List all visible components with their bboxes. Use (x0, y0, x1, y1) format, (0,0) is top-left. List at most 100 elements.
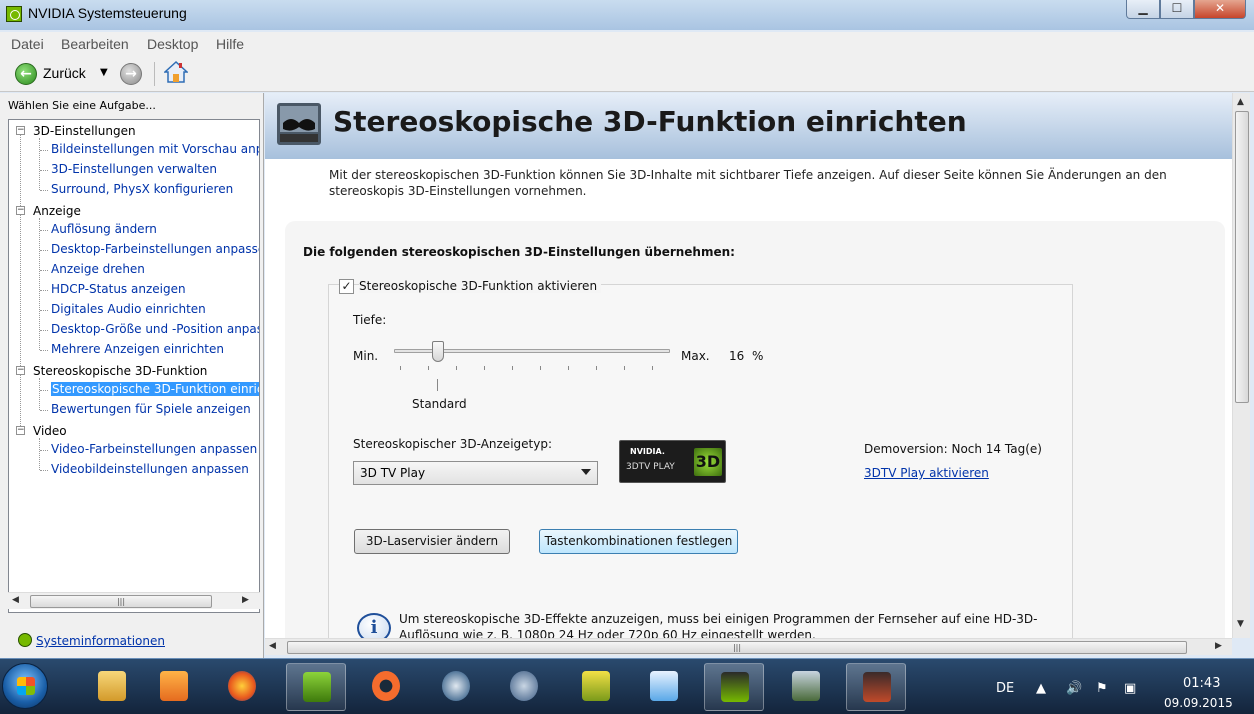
tree-guide-line (40, 350, 48, 351)
task-tree[interactable]: − 3D-Einstellungen Bildeinstellungen mit… (8, 119, 260, 613)
content-vertical-scrollbar[interactable]: ▲ ▼ (1232, 93, 1250, 638)
slider-tick (596, 366, 597, 370)
window-title: NVIDIA Systemsteuerung (28, 5, 187, 21)
menu-desktop[interactable]: Desktop (147, 36, 198, 52)
tree-guide-line (40, 330, 48, 331)
enable-stereo-checkbox[interactable]: ✓ (339, 279, 354, 294)
stereo-3d-glasses-icon (277, 103, 321, 145)
taskbar-monitor-app-icon[interactable] (776, 663, 836, 711)
tree-item-digital-audio[interactable]: Digitales Audio einrichten (51, 302, 206, 316)
display-type-select[interactable]: 3D TV Play (353, 461, 598, 485)
tree-horizontal-scrollbar[interactable]: ◀ ||| ▶ (8, 592, 260, 609)
tree-guide-line (40, 190, 48, 191)
maximize-button[interactable]: ☐ (1160, 0, 1194, 19)
back-history-dropdown-icon[interactable]: ▼ (100, 67, 108, 78)
keyboard-language-indicator[interactable]: DE (996, 681, 1014, 696)
tree-item-rotate-display[interactable]: Anzeige drehen (51, 262, 145, 276)
tree-guide-line (40, 450, 48, 451)
collapse-icon[interactable]: − (16, 206, 25, 215)
scroll-left-arrow-icon[interactable]: ◀ (269, 641, 276, 651)
tree-category-display[interactable]: Anzeige (33, 204, 81, 218)
tree-item-stereo-setup-selected[interactable]: Stereoskopische 3D-Funktion einrich (51, 382, 259, 396)
menu-datei[interactable]: Datei (11, 36, 44, 52)
taskbar-nvidia-icon[interactable] (286, 663, 346, 711)
taskbar-teamspeak-icon[interactable] (494, 663, 554, 711)
slider-tick (428, 366, 429, 370)
nvidia-info-icon (18, 633, 32, 647)
clock-time[interactable]: 01:43 (1183, 676, 1220, 691)
taskbar-steam-icon[interactable] (426, 663, 486, 711)
tree-category-video[interactable]: Video (33, 424, 67, 438)
collapse-icon[interactable]: − (16, 426, 25, 435)
scrollbar-thumb[interactable]: ||| (30, 595, 212, 608)
tree-item-surround-physx[interactable]: Surround, PhysX konfigurieren (51, 182, 233, 196)
tree-item-desktop-color[interactable]: Desktop-Farbeinstellungen anpasser (51, 242, 259, 256)
clock-date[interactable]: 09.09.2015 (1164, 696, 1233, 710)
scroll-up-arrow-icon[interactable]: ▲ (1237, 97, 1244, 107)
tree-guide-line (40, 390, 48, 391)
content-horizontal-scrollbar[interactable]: ◀ ||| ▶ (265, 638, 1232, 655)
tree-item-game-ratings[interactable]: Bewertungen für Spiele anzeigen (51, 402, 251, 416)
tree-guide-line (40, 470, 48, 471)
tree-item-manage-3d[interactable]: 3D-Einstellungen verwalten (51, 162, 217, 176)
tree-guide-line (40, 150, 48, 151)
display-type-label: Stereoskopischer 3D-Anzeigetyp: (353, 437, 552, 451)
show-hidden-icons-arrow-icon[interactable]: ▲ (1036, 681, 1046, 696)
minimize-button[interactable]: ▁ (1126, 0, 1160, 19)
collapse-icon[interactable]: − (16, 126, 25, 135)
taskbar-explorer-icon[interactable] (82, 663, 142, 711)
network-icon[interactable]: ▣ (1124, 681, 1136, 696)
close-button[interactable]: ✕ (1194, 0, 1246, 19)
system-information-link[interactable]: Systeminformationen (18, 633, 165, 648)
scroll-right-arrow-icon[interactable]: ▶ (1215, 641, 1222, 651)
home-icon[interactable] (164, 60, 188, 84)
menu-hilfe[interactable]: Hilfe (216, 36, 244, 52)
tree-item-hdcp-status[interactable]: HDCP-Status anzeigen (51, 282, 186, 296)
tree-item-image-preview[interactable]: Bildeinstellungen mit Vorschau anpa (51, 142, 259, 156)
set-hotkeys-button[interactable]: Tastenkombinationen festlegen (539, 529, 738, 554)
scrollbar-thumb[interactable]: ||| (287, 641, 1187, 654)
scroll-down-arrow-icon[interactable]: ▼ (1237, 619, 1244, 629)
tree-item-video-color[interactable]: Video-Farbeinstellungen anpassen (51, 442, 257, 456)
menu-bearbeiten[interactable]: Bearbeiten (61, 36, 129, 52)
tree-category-3d-settings[interactable]: 3D-Einstellungen (33, 124, 136, 138)
taskbar-origin-icon[interactable] (356, 663, 416, 711)
depth-label: Tiefe: (353, 313, 387, 327)
slider-tick (512, 366, 513, 370)
action-center-flag-icon[interactable]: ⚑ (1096, 681, 1108, 696)
tree-guide-line (40, 230, 48, 231)
tree-item-multiple-displays[interactable]: Mehrere Anzeigen einrichten (51, 342, 224, 356)
tree-category-stereo-3d[interactable]: Stereoskopische 3D-Funktion (33, 364, 207, 378)
depth-slider-thumb[interactable] (432, 341, 444, 362)
slider-tick (652, 366, 653, 370)
tree-guide-line (39, 378, 40, 410)
tree-item-resolution[interactable]: Auflösung ändern (51, 222, 157, 236)
tree-guide-line (40, 250, 48, 251)
taskbar-nvidia-control-icon[interactable] (704, 663, 764, 711)
scroll-left-arrow-icon[interactable]: ◀ (12, 595, 19, 605)
apply-settings-heading: Die folgenden stereoskopischen 3D-Einste… (303, 245, 735, 259)
taskbar-sync-icon[interactable] (634, 663, 694, 711)
title-bar[interactable]: NVIDIA Systemsteuerung ▁ ☐ ✕ (0, 0, 1254, 30)
collapse-icon[interactable]: − (16, 366, 25, 375)
taskbar-game-icon[interactable] (566, 663, 626, 711)
scrollbar-thumb[interactable] (1235, 111, 1249, 403)
taskbar-media-player-icon[interactable] (144, 663, 204, 711)
slider-tick (456, 366, 457, 370)
tree-item-desktop-size[interactable]: Desktop-Größe und -Position anpass (51, 322, 259, 336)
change-laser-sight-button[interactable]: 3D-Laservisier ändern (354, 529, 510, 554)
volume-icon[interactable]: 🔊 (1066, 681, 1082, 696)
forward-arrow-icon[interactable]: → (120, 63, 142, 85)
enable-stereo-label[interactable]: Stereoskopische 3D-Funktion aktivieren (359, 279, 602, 293)
scroll-right-arrow-icon[interactable]: ▶ (242, 595, 249, 605)
taskbar-game-character-icon[interactable] (846, 663, 906, 711)
taskbar-firefox-icon[interactable] (212, 663, 272, 711)
back-button-label[interactable]: Zurück (43, 65, 86, 81)
tree-item-video-image[interactable]: Videobildeinstellungen anpassen (51, 462, 249, 476)
display-type-value: 3D TV Play (360, 466, 426, 480)
page-description: Mit der stereoskopischen 3D-Funktion kön… (329, 168, 1167, 198)
back-arrow-icon[interactable]: ← (15, 63, 37, 85)
standard-label: Standard (412, 397, 467, 411)
start-button-icon[interactable] (2, 663, 48, 709)
activate-3dtv-play-link[interactable]: 3DTV Play aktivieren (864, 466, 989, 480)
